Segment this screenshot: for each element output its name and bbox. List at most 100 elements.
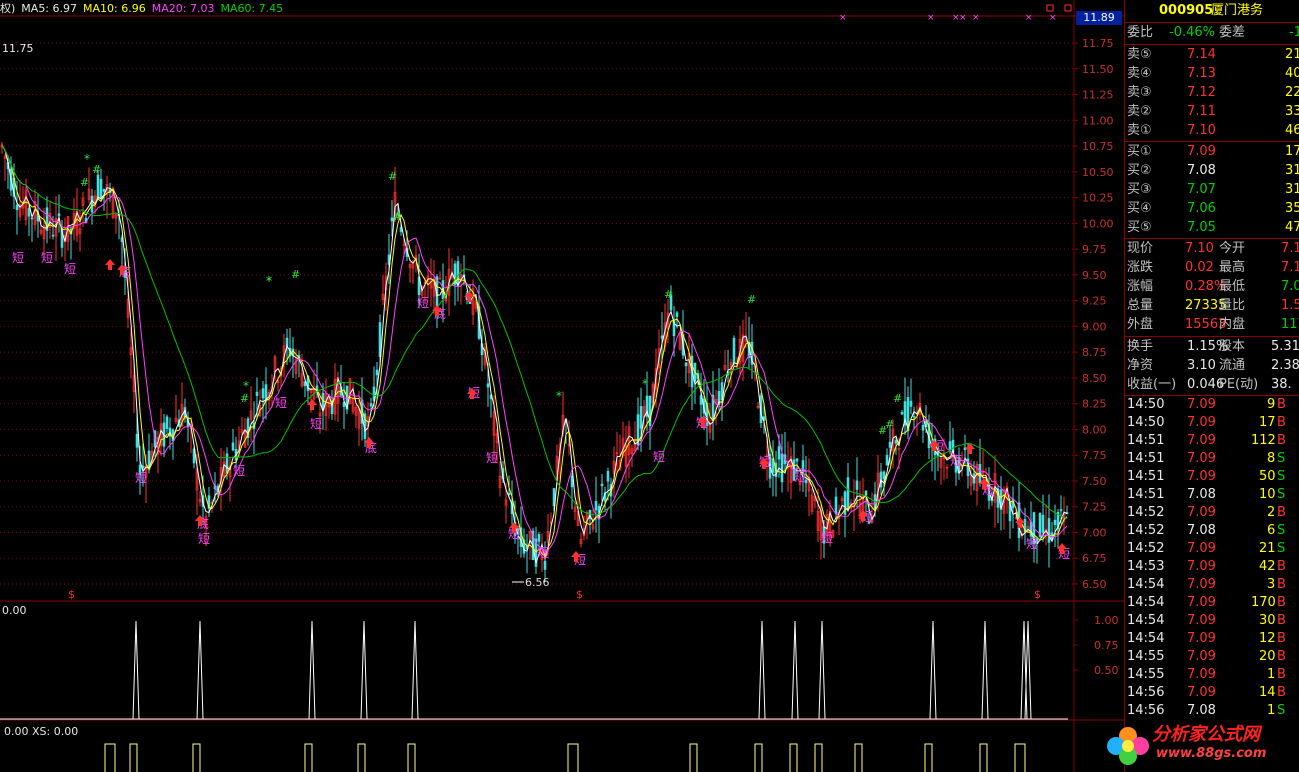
short-mark: 短 [821,531,833,545]
ind2-box [924,743,933,772]
hash-mark: # [393,210,402,223]
short-mark: 短 [64,262,76,276]
y-tick-label: 7.50 [1082,475,1107,488]
ind2-box [689,743,698,772]
x-mark: × [1049,13,1057,23]
candle-body [600,483,604,487]
tick-row: 14:56 7.09 14 B [1127,685,1286,700]
candle-body [102,188,106,192]
candle-body [456,261,460,286]
candle-body [231,442,235,451]
fund-row: 净资 3.10 流通 2.38亿 [1127,358,1299,373]
sell-level-4[interactable]: 卖④ 7.13 40 [1125,65,1299,83]
tick-row: 14:51 7.09 8 S [1127,451,1286,466]
ind1-tick-label: 0.50 [1094,664,1119,677]
y-tick-label: 10.50 [1082,166,1114,179]
watermark-brand: 分析家公式网 [1152,724,1260,745]
buy-level-1[interactable]: 买① 7.09 17 [1125,143,1299,161]
candle-body [888,441,892,448]
weibi-row: 委比 -0.46% 委差 -1 [1127,25,1299,40]
short-mark: 短 [135,471,147,485]
y-tick-label: 11.75 [1082,37,1114,50]
kline-chart-area[interactable]: 11.75 11.50 11.25 11.00 10.75 10.50 10.25 10.00… [0,0,1124,772]
candle-body [855,480,859,490]
short-mark: 短 [794,470,806,484]
tick-row: 14:52 7.09 2 B [1127,505,1286,520]
tick-row: 14:52 7.09 21 S [1127,541,1286,556]
ind2-box [357,743,366,772]
short-mark: 短 [1026,537,1038,551]
buy-level-5[interactable]: 买⑤ 7.05 47 [1125,219,1299,237]
candle-body [900,412,904,415]
legend-ma60: MA60: 7.45 [220,2,284,15]
kline-chart[interactable]: 11.75 11.50 11.25 11.00 10.75 10.50 10.25 10.00… [0,0,1124,772]
y-tick-label: 9.00 [1082,320,1107,333]
star-mark: * [266,274,272,288]
x-mark: × [972,13,980,23]
y-tick-label: 9.25 [1082,295,1107,308]
candle-body [921,424,925,431]
candle-body [27,208,31,217]
ind2-box [304,743,313,772]
tick-row: 14:54 7.09 170 B [1127,595,1286,610]
star-mark: * [556,389,562,403]
hash-mark: # [92,163,101,176]
stat-row: 涨跌 0.02 最高 7.1 [1127,260,1299,275]
ind1-spike [929,620,937,720]
tick-row: 14:51 7.09 50 S [1127,469,1286,484]
candle-body [486,383,490,388]
tick-row: 14:54 7.09 3 B [1127,577,1286,592]
stat-row: 外盘 15563 内盘 1177 [1127,317,1299,332]
candle-body [639,406,643,429]
stat-row: 现价 7.10 今开 7.1 [1127,241,1299,256]
candle-body [912,415,916,418]
legend-ma5: MA5: 6.97 [21,2,78,15]
sell-level-1[interactable]: 卖① 7.10 46 [1125,122,1299,140]
watermark-url: www.88gs.com [1156,746,1267,761]
ind1-tick-label: 1.00 [1094,614,1119,627]
candle-body [1047,518,1051,543]
sell-level-2[interactable]: 卖② 7.11 33 [1125,103,1299,121]
stock-title: 000905 厦门港务 [1125,2,1299,20]
buy-level-4[interactable]: 买④ 7.06 35 [1125,200,1299,218]
y-tick-label: 8.00 [1082,423,1107,436]
ind2-box [754,743,763,772]
candle-body [15,204,19,210]
short-mark: 短 [310,417,322,431]
candle-body [375,369,379,376]
stock-name: 厦门港务 [1211,3,1264,18]
short-mark: 短 [198,532,210,546]
tick-row: 14:55 7.09 1 B [1127,667,1286,682]
y-tick-label: 11.25 [1082,89,1114,102]
sell-level-5[interactable]: 卖⑤ 7.14 21 [1125,46,1299,64]
x-mark: × [959,13,967,23]
y-tick-label: 10.00 [1082,217,1114,230]
panel-divider [1125,22,1299,23]
sell-level-3[interactable]: 卖③ 7.12 22 [1125,84,1299,102]
candle-body [135,433,139,448]
tick-row: 14:51 7.09 112 B [1127,433,1286,448]
high-price-label: 11.75 [2,42,34,55]
candle-body [543,560,547,570]
x-mark: × [927,13,935,23]
candle-body [90,195,94,213]
dollar-mark: $ [576,588,583,601]
buy-level-3[interactable]: 买③ 7.07 31 [1125,181,1299,199]
hash-mark: # [885,418,894,431]
short-mark: 短 [486,451,498,465]
candle-body [834,496,838,514]
buy-level-2[interactable]: 买② 7.08 31 [1125,162,1299,180]
star-mark: * [84,152,90,166]
ind1-spike [791,620,799,720]
short-mark: 短 [950,454,962,468]
candle-body [1059,509,1063,512]
stat-row: 总量 27335 量比 1.5 [1127,298,1299,313]
y-tick-label: 9.50 [1082,269,1107,282]
candle-body [675,312,679,317]
low-price-label: 6.56 [525,576,550,589]
y-tick-label: 11.00 [1082,114,1114,127]
y-tick-label: 11.50 [1082,63,1114,76]
y-tick-label: 7.75 [1082,449,1107,462]
ind1-spike [132,620,140,720]
ind2-box [854,743,863,772]
